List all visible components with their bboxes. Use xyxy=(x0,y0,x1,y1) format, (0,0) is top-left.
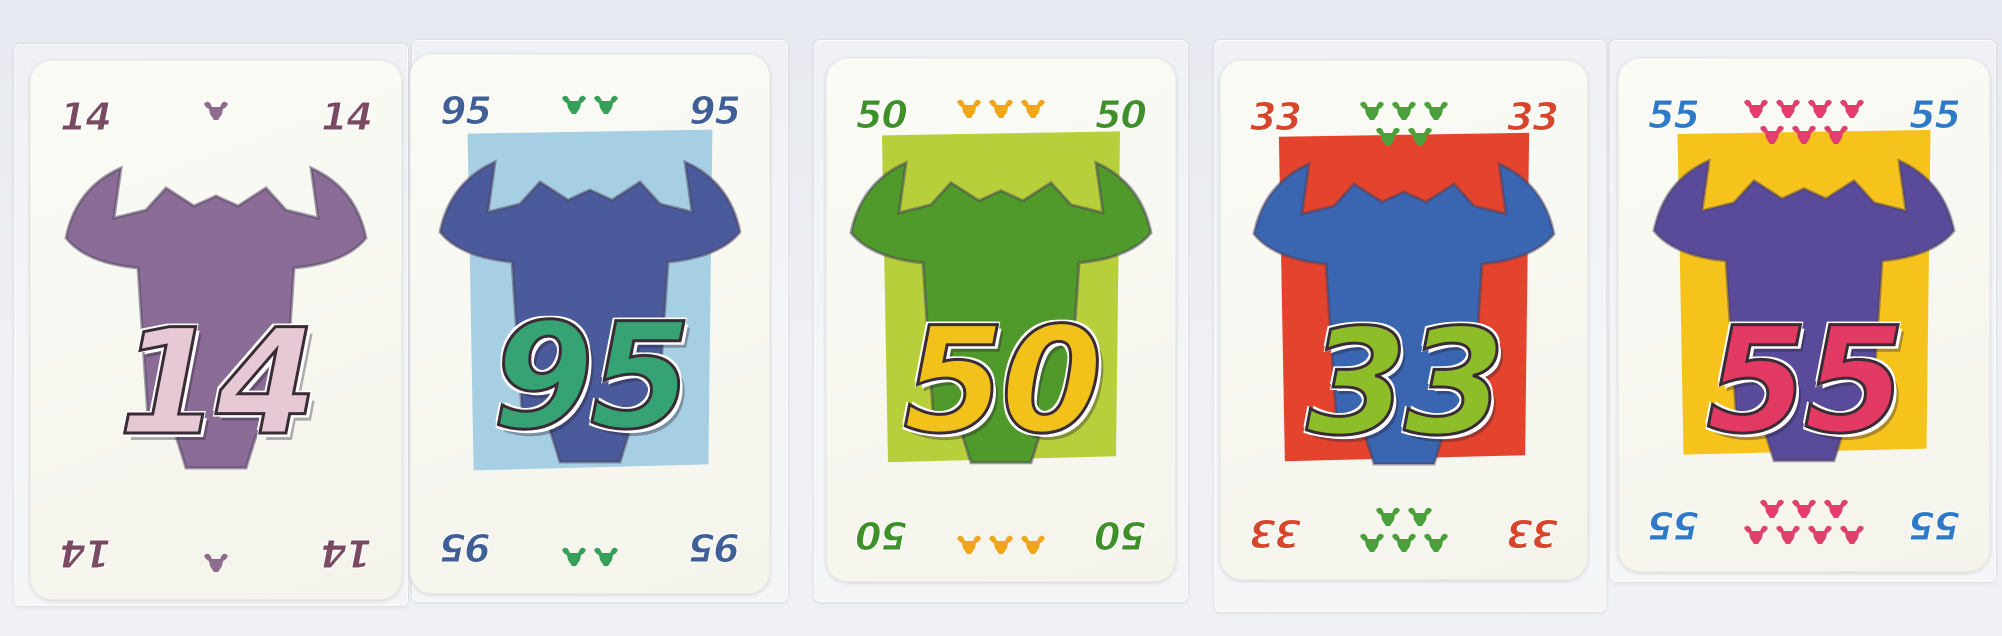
bull-head-icon xyxy=(957,535,981,554)
bull-head-icon xyxy=(1744,99,1768,118)
bull-head-icon xyxy=(1360,533,1384,552)
bull-head-icon xyxy=(1776,99,1800,118)
bull-head-icon xyxy=(1021,99,1045,118)
bull-head-icon xyxy=(1808,525,1832,544)
bull-head-icon xyxy=(1424,101,1448,120)
penalty-heads-bottom xyxy=(30,548,402,578)
bull-head-icon xyxy=(1021,535,1045,554)
center-number: 55 xyxy=(1705,296,1907,466)
bull-head-icon xyxy=(957,99,981,118)
bull-head-icon xyxy=(1408,127,1432,146)
penalty-heads-top xyxy=(1618,94,1990,150)
bull-head-icon xyxy=(204,553,228,572)
penalty-heads-top xyxy=(1220,96,1588,152)
bull-head-icon xyxy=(562,95,586,114)
penalty-heads-bottom xyxy=(410,542,770,572)
bull-head-icon xyxy=(1840,525,1864,544)
center-number: 95 xyxy=(491,292,693,462)
bull-head-icon xyxy=(562,547,586,566)
bull-head-icon xyxy=(1792,499,1816,518)
penalty-heads-top xyxy=(30,96,402,126)
card-33[interactable]: 33 33 33 33 33 xyxy=(1220,60,1588,580)
bull-head-icon xyxy=(1360,101,1384,120)
bull-head-icon xyxy=(1808,99,1832,118)
bull-head-icon xyxy=(1424,533,1448,552)
bull-head-icon xyxy=(1376,507,1400,526)
card-95[interactable]: 95 95 95 95 95 xyxy=(410,54,770,594)
bull-head-icon xyxy=(1824,499,1848,518)
bull-head-icon xyxy=(1776,525,1800,544)
card-14[interactable]: 14 14 14 14 14 xyxy=(30,60,402,600)
center-number: 50 xyxy=(902,296,1104,466)
penalty-heads-top xyxy=(410,90,770,120)
card-55[interactable]: 55 55 55 55 55 xyxy=(1618,58,1990,572)
bull-head-icon xyxy=(594,95,618,114)
bull-head-icon xyxy=(1392,533,1416,552)
bull-head-icon xyxy=(1792,125,1816,144)
center-number: 33 xyxy=(1305,298,1507,468)
bull-head-icon xyxy=(594,547,618,566)
penalty-heads-top xyxy=(826,94,1176,124)
bull-head-icon xyxy=(1824,125,1848,144)
penalty-heads-bottom xyxy=(1220,502,1588,558)
bull-head-icon xyxy=(1760,125,1784,144)
bull-head-icon xyxy=(1760,499,1784,518)
bull-head-icon xyxy=(1840,99,1864,118)
bull-head-icon xyxy=(1392,101,1416,120)
bull-head-icon xyxy=(989,99,1013,118)
penalty-heads-bottom xyxy=(826,530,1176,560)
bull-head-icon xyxy=(989,535,1013,554)
card-50[interactable]: 50 50 50 50 50 xyxy=(826,58,1176,582)
bull-head-icon xyxy=(1744,525,1768,544)
bull-head-icon xyxy=(1408,507,1432,526)
bull-head-icon xyxy=(1376,127,1400,146)
center-number: 14 xyxy=(117,298,319,468)
bull-head-icon xyxy=(204,101,228,120)
penalty-heads-bottom xyxy=(1618,494,1990,550)
